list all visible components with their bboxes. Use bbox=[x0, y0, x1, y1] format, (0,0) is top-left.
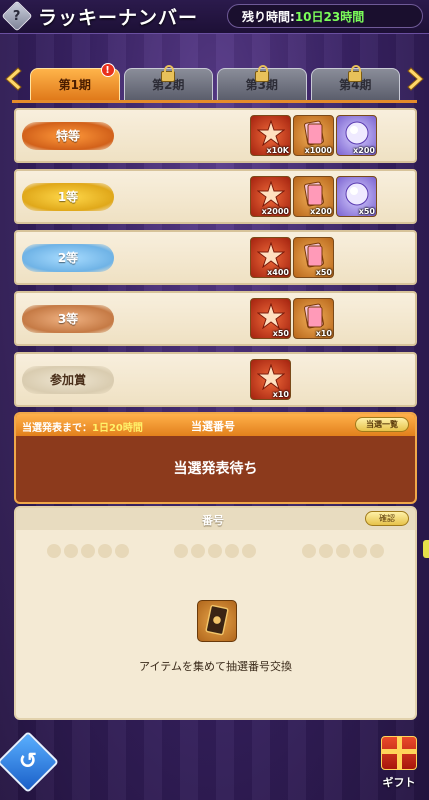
reward-quantity: x50 bbox=[272, 329, 289, 338]
ticket-star-icon[interactable]: x10K bbox=[250, 115, 291, 156]
reward-quantity: x50 bbox=[315, 268, 332, 277]
lock-icon bbox=[161, 65, 176, 82]
my-numbers-panel: 番号 確認 アイテムを集めて抽選番号交換 bbox=[14, 506, 417, 720]
prize-rank-label: 特等 bbox=[22, 122, 114, 150]
card-pack-icon[interactable]: x1000 bbox=[293, 115, 334, 156]
side-drawer-handle[interactable] bbox=[423, 540, 429, 558]
next-period-arrow-icon[interactable] bbox=[405, 66, 427, 92]
reward-quantity: x1000 bbox=[304, 146, 332, 155]
card-pack-icon[interactable]: x50 bbox=[293, 237, 334, 278]
card-pack-icon[interactable]: x10 bbox=[293, 298, 334, 339]
page-title: ラッキーナンバー bbox=[38, 7, 199, 29]
tab-underline bbox=[12, 100, 417, 103]
gift-box-icon bbox=[381, 736, 417, 770]
ticket-star-icon[interactable]: x400 bbox=[250, 237, 291, 278]
winner-list-button[interactable]: 当選一覧 bbox=[355, 417, 409, 432]
prev-period-arrow-icon[interactable] bbox=[2, 66, 24, 92]
prize-rank-label: 参加賞 bbox=[22, 366, 114, 394]
reward-quantity: x10 bbox=[272, 390, 289, 399]
lottery-ticket-icon[interactable] bbox=[197, 600, 237, 642]
remaining-time-label: 残り時間: bbox=[242, 9, 295, 24]
announcement-countdown: 当選発表まで：1日20時間 bbox=[22, 419, 143, 434]
prize-rank-label: 3等 bbox=[22, 305, 114, 333]
number-slot bbox=[46, 544, 129, 558]
prize-list: 特等 x10K x1000 x200 1等 x2000 x200 x50 2等 x400 x50 3等… bbox=[14, 108, 417, 413]
exchange-instruction: アイテムを集めて抽選番号交換 bbox=[139, 660, 292, 673]
winning-number-panel: 当選発表まで：1日20時間 当選番号 当選一覧 当選発表待ち bbox=[14, 412, 417, 504]
tab-label: 第1期 bbox=[58, 78, 91, 92]
winning-number-title: 当選番号 bbox=[191, 420, 235, 433]
back-button[interactable]: ↺ bbox=[0, 730, 60, 794]
my-numbers-title: 番号 bbox=[202, 514, 224, 527]
purple-orb-icon[interactable]: x200 bbox=[336, 115, 377, 156]
reward-quantity: x50 bbox=[358, 207, 375, 216]
reward-quantity: x10 bbox=[315, 329, 332, 338]
lock-icon bbox=[348, 65, 363, 82]
prize-rank-label: 1等 bbox=[22, 183, 114, 211]
help-button[interactable]: ? bbox=[1, 0, 33, 32]
tab-period-3[interactable]: 第3期 bbox=[217, 65, 307, 100]
reward-items: x2000 x200 x50 bbox=[250, 176, 377, 217]
reward-quantity: x10K bbox=[266, 146, 290, 155]
prize-row: 2等 x400 x50 bbox=[14, 230, 417, 285]
gift-label: ギフト bbox=[382, 776, 416, 789]
countdown-label: 当選発表まで： bbox=[22, 423, 92, 434]
prize-row: 1等 x2000 x200 x50 bbox=[14, 169, 417, 224]
number-slot bbox=[302, 544, 385, 558]
ticket-star-icon[interactable]: x2000 bbox=[250, 176, 291, 217]
tab-period-1[interactable]: 第1期 ! bbox=[30, 63, 120, 100]
period-tabs: 第1期 ! 第2期 第3期 第4期 bbox=[30, 63, 400, 102]
ticket-star-icon[interactable]: x10 bbox=[250, 359, 291, 400]
lock-icon bbox=[254, 65, 269, 82]
number-slot bbox=[174, 544, 257, 558]
confirm-button[interactable]: 確認 bbox=[365, 511, 409, 526]
remaining-time-value: 10日23時間 bbox=[294, 9, 365, 24]
reward-items: x50 x10 bbox=[250, 298, 334, 339]
countdown-value: 1日20時間 bbox=[92, 423, 143, 434]
back-arrow-icon: ↺ bbox=[18, 749, 38, 774]
number-slots bbox=[16, 530, 415, 558]
header-bar: ? ラッキーナンバー 残り時間: 10日23時間 bbox=[0, 0, 429, 34]
tab-period-4[interactable]: 第4期 bbox=[310, 65, 400, 100]
help-icon: ? bbox=[12, 8, 21, 24]
reward-quantity: x400 bbox=[267, 268, 289, 277]
my-numbers-header: 番号 確認 bbox=[16, 508, 415, 530]
reward-items: x10K x1000 x200 bbox=[250, 115, 377, 156]
gift-button[interactable]: ギフト bbox=[375, 736, 423, 796]
tab-period-2[interactable]: 第2期 bbox=[123, 65, 213, 100]
prize-rank-label: 2等 bbox=[22, 244, 114, 272]
prize-row: 参加賞 x10 bbox=[14, 352, 417, 407]
alert-badge: ! bbox=[100, 63, 115, 77]
reward-quantity: x200 bbox=[353, 146, 375, 155]
prize-row: 特等 x10K x1000 x200 bbox=[14, 108, 417, 163]
reward-quantity: x2000 bbox=[261, 207, 289, 216]
awaiting-announcement-text: 当選発表待ち bbox=[173, 461, 258, 477]
reward-quantity: x200 bbox=[310, 207, 332, 216]
purple-orb-icon[interactable]: x50 bbox=[336, 176, 377, 217]
ticket-star-icon[interactable]: x50 bbox=[250, 298, 291, 339]
card-pack-icon[interactable]: x200 bbox=[293, 176, 334, 217]
prize-row: 3等 x50 x10 bbox=[14, 291, 417, 346]
winning-number-header: 当選発表まで：1日20時間 当選番号 当選一覧 bbox=[16, 414, 415, 436]
reward-items: x10 bbox=[250, 359, 291, 400]
remaining-time: 残り時間: 10日23時間 bbox=[227, 4, 423, 28]
reward-items: x400 x50 bbox=[250, 237, 334, 278]
